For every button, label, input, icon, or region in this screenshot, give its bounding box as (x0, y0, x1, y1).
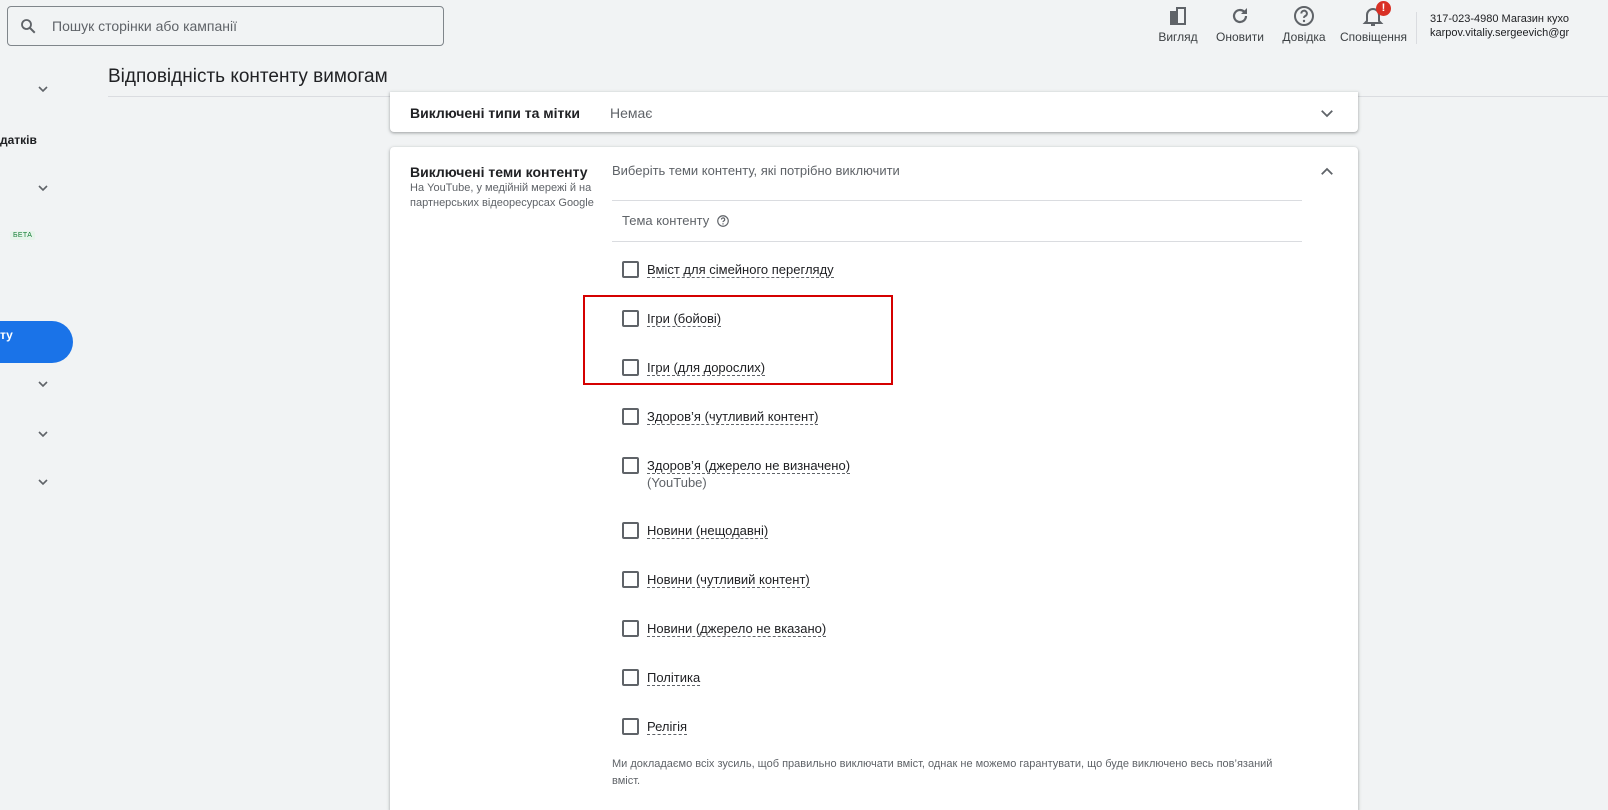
refresh-icon (1232, 8, 1248, 24)
help-button[interactable]: Довідка (1281, 4, 1327, 44)
appearance-label: Вигляд (1158, 30, 1198, 44)
checkbox[interactable] (622, 457, 639, 474)
column-header-label: Тема контенту (622, 213, 710, 228)
refresh-button[interactable]: Оновити (1215, 4, 1265, 44)
option-label: Здоров’я (чутливий контент) (647, 409, 819, 425)
option-sublabel: (YouTube) (647, 475, 707, 490)
option-label: Вміст для сімейного перегляду (647, 262, 834, 278)
option-label: Новини (чутливий контент) (647, 572, 810, 588)
search-icon (21, 19, 36, 34)
account-id: 317-023-4980 Магазин кухо (1430, 13, 1569, 25)
sidebar-item-label[interactable]: датків (0, 133, 37, 147)
top-bar: Вигляд Оновити Довідка ! Сповіщення 317-… (0, 0, 1608, 56)
excluded-topics-title: Виключені теми контенту (410, 164, 588, 180)
checkbox[interactable] (622, 718, 639, 735)
checkbox[interactable] (622, 669, 639, 686)
chevron-down-icon[interactable] (1318, 104, 1336, 122)
excluded-types-card[interactable]: Виключені типи та мітки Немає (390, 92, 1358, 132)
toolbar-divider (1416, 12, 1417, 44)
help-icon (1294, 6, 1314, 26)
sidebar-item-active[interactable]: ту (0, 321, 73, 363)
option-label: Новини (нещодавні) (647, 523, 769, 539)
checkbox[interactable] (622, 408, 639, 425)
checkbox[interactable] (622, 620, 639, 637)
option-label: Політика (647, 670, 701, 686)
page-title: Відповідність контенту вимогам (108, 66, 388, 87)
chevron-up-icon[interactable] (1318, 163, 1336, 181)
notifications-button[interactable]: ! Сповіщення (1340, 1, 1408, 44)
checkbox[interactable] (622, 571, 639, 588)
option-label: Релігія (647, 719, 688, 735)
account-email: karpov.vitaliy.sergeevich@gr (1430, 27, 1570, 39)
checkbox[interactable] (622, 261, 639, 278)
refresh-label: Оновити (1216, 30, 1264, 44)
chevron-down-icon[interactable] (35, 81, 51, 97)
option-label: Новини (джерело не вказано) (647, 621, 827, 637)
search-box[interactable] (7, 6, 444, 46)
appearance-button[interactable]: Вигляд (1155, 4, 1201, 44)
excluded-topics-subtitle: На YouTube, у медійній мережі й на партн… (410, 182, 594, 209)
help-label: Довідка (1282, 30, 1326, 44)
column-header: Тема контенту (612, 200, 1302, 242)
footnote: Ми докладаємо всіх зусиль, щоб правильно… (612, 758, 1273, 787)
excluded-types-value: Немає (610, 105, 653, 121)
chevron-down-icon[interactable] (35, 426, 51, 442)
chevron-down-icon[interactable] (35, 474, 51, 490)
checkbox[interactable] (622, 522, 639, 539)
excluded-topics-card: Виключені теми контенту На YouTube, у ме… (390, 147, 1358, 810)
search-input[interactable] (44, 7, 442, 45)
help-icon[interactable] (716, 214, 730, 228)
appearance-icon (1170, 7, 1186, 25)
highlight-box (583, 295, 893, 385)
option-label: Здоров’я (джерело не визначено) (647, 458, 851, 474)
sidebar: датків БЕТА ту (0, 56, 88, 810)
excluded-topics-hint: Виберіть теми контенту, які потрібно вик… (612, 163, 900, 178)
chevron-down-icon[interactable] (35, 376, 51, 392)
excluded-types-label: Виключені типи та мітки (410, 105, 581, 121)
chevron-down-icon[interactable] (35, 180, 51, 196)
sidebar-active-label: ту (0, 328, 13, 342)
beta-badge: БЕТА (10, 231, 36, 240)
account-info[interactable]: 317-023-4980 Магазин кухо karpov.vitaliy… (1430, 12, 1569, 40)
notification-badge: ! (1376, 1, 1391, 16)
notifications-label: Сповіщення (1340, 30, 1408, 44)
